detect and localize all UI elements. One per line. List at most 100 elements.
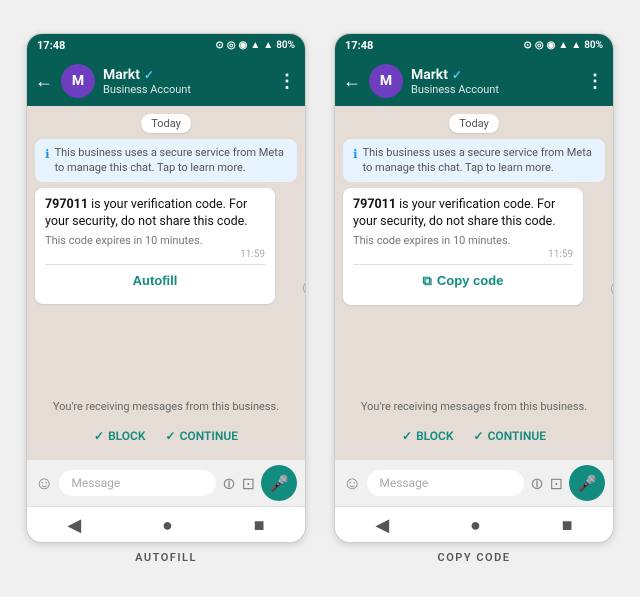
contact-name-2: Markt ✓ <box>411 67 578 83</box>
business-notice-2: You're receiving messages from this busi… <box>343 394 605 419</box>
home-nav-icon-1[interactable]: ● <box>162 515 173 536</box>
block-link-1[interactable]: ✓ BLOCK <box>94 429 146 443</box>
input-bar-1: ☺ Message ⊘ ⊡ 🎤 <box>27 459 305 506</box>
nav-bar-1: ◀ ● ■ <box>27 506 305 542</box>
verified-badge-1: ✓ <box>144 68 154 82</box>
info-icon-1: ℹ <box>45 146 50 163</box>
menu-icon-1[interactable]: ⋮ <box>278 71 297 92</box>
continue-link-2[interactable]: ✓ CONTINUE <box>474 429 546 443</box>
attach-icon-1[interactable]: ⊘ <box>217 472 240 495</box>
location-status-icon-1: ◉ <box>239 40 248 51</box>
message-bubble-1: 797011 is your verification code. For yo… <box>35 188 275 304</box>
emoji-icon-1[interactable]: ☺ <box>35 473 53 494</box>
copycode-phone: 17:48 ⊙ ◎ ◉ ▲ ▲ 80% ← M Markt <box>334 33 614 543</box>
contact-type-2: Business Account <box>411 83 578 96</box>
date-chip-2: Today <box>449 114 499 133</box>
battery-2: 80% <box>584 40 603 51</box>
spacer-1 <box>35 310 297 388</box>
back-nav-icon-1[interactable]: ◀ <box>67 515 81 536</box>
message-text-1: 797011 is your verification code. For yo… <box>45 196 265 231</box>
message-text-2: 797011 is your verification code. For yo… <box>353 196 573 231</box>
copy-icon: ⧉ <box>423 273 432 289</box>
continue-check-icon-1: ✓ <box>166 429 176 443</box>
chat-header-1: ← M Markt ✓ Business Account ⋮ <box>27 56 305 106</box>
camera-icon-2[interactable]: ⊡ <box>550 474 563 493</box>
wifi-icon-2: ▲ <box>571 40 581 51</box>
info-circle-2: i <box>611 281 613 297</box>
message-time-1: 11:59 <box>45 249 265 260</box>
copycode-phone-wrapper: 17:48 ⊙ ◎ ◉ ▲ ▲ 80% ← M Markt <box>328 33 620 564</box>
autofill-label: AUTOFILL <box>135 551 197 564</box>
mic-button-1[interactable]: 🎤 <box>261 465 297 501</box>
chat-body-1: Today ℹ This business uses a secure serv… <box>27 106 305 459</box>
recents-nav-icon-1[interactable]: ■ <box>254 515 265 536</box>
whatsapp-icon-2: ⊙ <box>524 40 532 51</box>
contact-name-1: Markt ✓ <box>103 67 270 83</box>
message-input-1[interactable]: Message <box>59 470 216 496</box>
contact-type-1: Business Account <box>103 83 270 96</box>
message-sub-2: This code expires in 10 minutes. <box>353 234 573 247</box>
camera-status-icon-2: ◎ <box>535 40 544 51</box>
status-icons-1: ⊙ ◎ ◉ ▲ ▲ 80% <box>216 40 295 51</box>
chat-body-2: Today ℹ This business uses a secure serv… <box>335 106 613 459</box>
chat-header-2: ← M Markt ✓ Business Account ⋮ <box>335 56 613 106</box>
status-bar-2: 17:48 ⊙ ◎ ◉ ▲ ▲ 80% <box>335 34 613 56</box>
avatar-1: M <box>61 64 95 98</box>
battery-1: 80% <box>276 40 295 51</box>
wifi-icon-1: ▲ <box>263 40 273 51</box>
copy-code-button[interactable]: ⧉ Copy code <box>353 264 573 297</box>
menu-icon-2[interactable]: ⋮ <box>586 71 605 92</box>
action-row-1: ✓ BLOCK ✓ CONTINUE <box>35 425 297 451</box>
autofill-button[interactable]: Autofill <box>45 264 265 296</box>
message-bubble-wrapper-1: 797011 is your verification code. For yo… <box>35 188 297 304</box>
signal-icon-1: ▲ <box>250 40 260 51</box>
continue-check-icon-2: ✓ <box>474 429 484 443</box>
block-check-icon-1: ✓ <box>94 429 104 443</box>
business-notice-1: You're receiving messages from this busi… <box>35 394 297 419</box>
secure-notice-1: ℹ This business uses a secure service fr… <box>35 139 297 182</box>
continue-link-1[interactable]: ✓ CONTINUE <box>166 429 238 443</box>
input-bar-2: ☺ Message ⊘ ⊡ 🎤 <box>335 459 613 506</box>
signal-icon-2: ▲ <box>558 40 568 51</box>
contact-info-2: Markt ✓ Business Account <box>411 67 578 96</box>
status-time-2: 17:48 <box>345 39 373 52</box>
message-bubble-wrapper-2: 797011 is your verification code. For yo… <box>343 188 605 305</box>
main-container: 17:48 ⊙ ◎ ◉ ▲ ▲ 80% ← M Markt <box>0 13 640 584</box>
camera-icon-1[interactable]: ⊡ <box>242 474 255 493</box>
home-nav-icon-2[interactable]: ● <box>470 515 481 536</box>
contact-info-1: Markt ✓ Business Account <box>103 67 270 96</box>
status-bar-1: 17:48 ⊙ ◎ ◉ ▲ ▲ 80% <box>27 34 305 56</box>
input-icons-2: ⊘ ⊡ <box>530 474 563 493</box>
emoji-icon-2[interactable]: ☺ <box>343 473 361 494</box>
camera-status-icon-1: ◎ <box>227 40 236 51</box>
message-sub-1: This code expires in 10 minutes. <box>45 234 265 247</box>
copycode-label: COPY CODE <box>438 551 511 564</box>
message-input-2[interactable]: Message <box>367 470 524 496</box>
mic-button-2[interactable]: 🎤 <box>569 465 605 501</box>
spacer-2 <box>343 311 605 388</box>
whatsapp-icon-1: ⊙ <box>216 40 224 51</box>
date-chip-1: Today <box>141 114 191 133</box>
message-bubble-2: 797011 is your verification code. For yo… <box>343 188 583 305</box>
verified-badge-2: ✓ <box>452 68 462 82</box>
message-time-2: 11:59 <box>353 249 573 260</box>
action-row-2: ✓ BLOCK ✓ CONTINUE <box>343 425 605 451</box>
location-status-icon-2: ◉ <box>547 40 556 51</box>
block-link-2[interactable]: ✓ BLOCK <box>402 429 454 443</box>
avatar-2: M <box>369 64 403 98</box>
input-icons-1: ⊘ ⊡ <box>222 474 255 493</box>
secure-notice-2: ℹ This business uses a secure service fr… <box>343 139 605 182</box>
attach-icon-2[interactable]: ⊘ <box>525 472 548 495</box>
status-icons-2: ⊙ ◎ ◉ ▲ ▲ 80% <box>524 40 603 51</box>
nav-bar-2: ◀ ● ■ <box>335 506 613 542</box>
info-circle-1: i <box>303 280 305 296</box>
recents-nav-icon-2[interactable]: ■ <box>562 515 573 536</box>
status-time-1: 17:48 <box>37 39 65 52</box>
back-button-2[interactable]: ← <box>343 71 361 92</box>
info-icon-2: ℹ <box>353 146 358 163</box>
block-check-icon-2: ✓ <box>402 429 412 443</box>
autofill-phone-wrapper: 17:48 ⊙ ◎ ◉ ▲ ▲ 80% ← M Markt <box>20 33 312 564</box>
autofill-phone: 17:48 ⊙ ◎ ◉ ▲ ▲ 80% ← M Markt <box>26 33 306 543</box>
back-nav-icon-2[interactable]: ◀ <box>375 515 389 536</box>
back-button-1[interactable]: ← <box>35 71 53 92</box>
